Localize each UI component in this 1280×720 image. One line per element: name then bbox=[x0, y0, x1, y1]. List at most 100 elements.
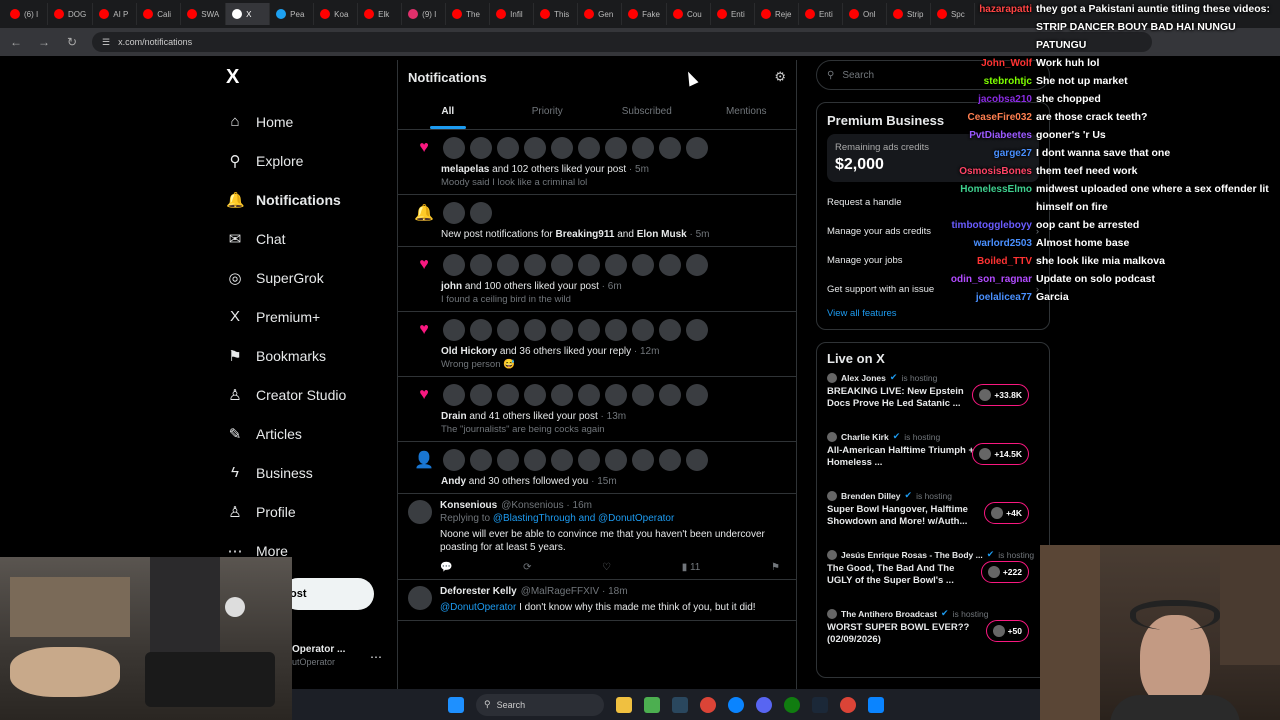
forward-icon[interactable]: → bbox=[36, 35, 52, 49]
sidebar-item-business[interactable]: ϟ Business bbox=[220, 453, 400, 492]
notification-user[interactable]: Old Hickory bbox=[441, 346, 497, 357]
x-logo[interactable]: X bbox=[226, 66, 400, 102]
bookmark-icon[interactable]: ⚑ bbox=[771, 562, 780, 573]
avatar[interactable] bbox=[470, 137, 492, 159]
browser-tab[interactable]: SWA bbox=[181, 3, 227, 25]
notification-user[interactable]: Elon Musk bbox=[637, 229, 687, 240]
site-info-icon[interactable]: ☰ bbox=[102, 37, 110, 48]
tweet-author[interactable]: Deforester Kelly bbox=[440, 586, 517, 597]
avatar[interactable] bbox=[470, 319, 492, 341]
browser-tab[interactable]: Koa bbox=[314, 3, 359, 25]
avatar[interactable] bbox=[443, 384, 465, 406]
avatar[interactable] bbox=[659, 137, 681, 159]
browser-tab[interactable]: Pea bbox=[270, 3, 315, 25]
browser-tab[interactable]: DOG bbox=[48, 3, 94, 25]
steam-icon[interactable] bbox=[812, 696, 828, 713]
avatar[interactable] bbox=[470, 202, 492, 224]
live-listener-count[interactable]: +222 bbox=[980, 561, 1029, 583]
avatar[interactable] bbox=[408, 586, 432, 610]
avatar[interactable] bbox=[408, 500, 432, 524]
live-item[interactable]: Alex Jones ✔ is hosting BREAKING LIVE: New … bbox=[827, 372, 1039, 431]
live-listener-count[interactable]: +4K bbox=[984, 502, 1029, 524]
avatar[interactable] bbox=[551, 449, 573, 471]
notification-item[interactable]: ♥ john and 100 others liked your post · 6… bbox=[398, 247, 796, 312]
mention-link[interactable]: @DonutOperator bbox=[440, 602, 516, 613]
avatar[interactable] bbox=[443, 202, 465, 224]
avatar[interactable] bbox=[524, 137, 546, 159]
avatar[interactable] bbox=[686, 384, 708, 406]
settings-gear-icon[interactable]: ⚙ bbox=[774, 69, 786, 85]
live-item[interactable]: Charlie Kirk ✔ is hosting All-American Half… bbox=[827, 431, 1039, 490]
avatar[interactable] bbox=[551, 137, 573, 159]
windows-start-icon[interactable] bbox=[448, 696, 464, 713]
notification-item[interactable]: ♥ melapelas and 102 others liked your pos… bbox=[398, 130, 796, 195]
browser-tab[interactable]: AI P bbox=[93, 3, 138, 25]
live-listener-count[interactable]: +50 bbox=[985, 620, 1029, 642]
avatar[interactable] bbox=[497, 384, 519, 406]
sidebar-item-home[interactable]: ⌂ Home bbox=[220, 102, 400, 141]
avatar[interactable] bbox=[551, 254, 573, 276]
tweet[interactable]: Konsenious @Konsenious · 16m Replying to @… bbox=[398, 494, 796, 580]
live-listener-count[interactable]: +14.5K bbox=[972, 443, 1029, 465]
discord-icon[interactable] bbox=[756, 696, 772, 713]
edge-icon[interactable] bbox=[728, 696, 744, 713]
avatar[interactable] bbox=[686, 319, 708, 341]
reload-icon[interactable]: ↻ bbox=[64, 35, 80, 49]
avatar[interactable] bbox=[497, 319, 519, 341]
browser-tab[interactable]: X bbox=[226, 3, 271, 25]
like-icon[interactable]: ♡ bbox=[602, 562, 611, 573]
avatar[interactable] bbox=[443, 254, 465, 276]
view-all-features-link[interactable]: View all features bbox=[827, 308, 1039, 319]
avatar[interactable] bbox=[659, 319, 681, 341]
notification-item[interactable]: 🔔 New post notifications for Breaking911 … bbox=[398, 195, 796, 247]
back-icon[interactable]: ← bbox=[8, 35, 24, 49]
notification-user[interactable]: Breaking911 bbox=[556, 229, 615, 240]
avatar[interactable] bbox=[605, 254, 627, 276]
sidebar-item-explore[interactable]: ⚲ Explore bbox=[220, 141, 400, 180]
taskbar-search[interactable]: ⚲ Search bbox=[476, 693, 604, 716]
notification-user[interactable]: Andy bbox=[441, 476, 466, 487]
avatar[interactable] bbox=[632, 384, 654, 406]
reply-icon[interactable]: 💬 bbox=[440, 562, 452, 573]
chrome-icon[interactable] bbox=[700, 696, 716, 713]
avatar[interactable] bbox=[524, 254, 546, 276]
live-item[interactable]: The Antihero Broadcast ✔ is hosting WORST S… bbox=[827, 608, 1039, 667]
app-icon[interactable] bbox=[644, 696, 660, 713]
browser-tab[interactable]: Enti bbox=[711, 3, 755, 25]
tab-mentions[interactable]: Mentions bbox=[697, 94, 797, 129]
avatar[interactable] bbox=[524, 449, 546, 471]
notification-user[interactable]: Drain bbox=[441, 411, 467, 422]
sidebar-item-articles[interactable]: ✎ Articles bbox=[220, 414, 400, 453]
live-item[interactable]: Brenden Dilley ✔ is hosting Super Bowl Hang… bbox=[827, 490, 1039, 549]
post-button[interactable]: ost bbox=[282, 578, 374, 610]
notification-item[interactable]: ♥ Old Hickory and 36 others liked your re… bbox=[398, 312, 796, 377]
avatar[interactable] bbox=[470, 254, 492, 276]
chrome-icon[interactable] bbox=[840, 696, 856, 713]
avatar[interactable] bbox=[659, 449, 681, 471]
sidebar-item-premium-[interactable]: X Premium+ bbox=[220, 297, 400, 336]
avatar[interactable] bbox=[632, 254, 654, 276]
avatar[interactable] bbox=[578, 254, 600, 276]
browser-tab[interactable]: Enti bbox=[799, 3, 843, 25]
tweet[interactable]: Deforester Kelly @MalRageFFXIV · 18m @Donu… bbox=[398, 580, 796, 621]
avatar[interactable] bbox=[578, 137, 600, 159]
avatar[interactable] bbox=[470, 384, 492, 406]
avatar[interactable] bbox=[551, 319, 573, 341]
browser-tab[interactable]: The bbox=[446, 3, 491, 25]
browser-tab[interactable]: (9) I bbox=[402, 3, 447, 25]
live-listener-count[interactable]: +33.8K bbox=[972, 384, 1029, 406]
tweet-author[interactable]: Konsenious bbox=[440, 500, 497, 511]
notification-user[interactable]: melapelas bbox=[441, 164, 489, 175]
sidebar-item-chat[interactable]: ✉ Chat bbox=[220, 219, 400, 258]
avatar[interactable] bbox=[578, 384, 600, 406]
notification-item[interactable]: ♥ Drain and 41 others liked your post · 1… bbox=[398, 377, 796, 442]
sidebar-item-profile[interactable]: ♙ Profile bbox=[220, 492, 400, 531]
browser-tab[interactable]: Cali bbox=[137, 3, 182, 25]
avatar[interactable] bbox=[578, 449, 600, 471]
avatar[interactable] bbox=[470, 449, 492, 471]
avatar[interactable] bbox=[659, 384, 681, 406]
browser-tab[interactable]: Elk bbox=[358, 3, 403, 25]
browser-tab[interactable]: Reje bbox=[755, 3, 799, 25]
avatar[interactable] bbox=[524, 384, 546, 406]
avatar[interactable] bbox=[686, 137, 708, 159]
